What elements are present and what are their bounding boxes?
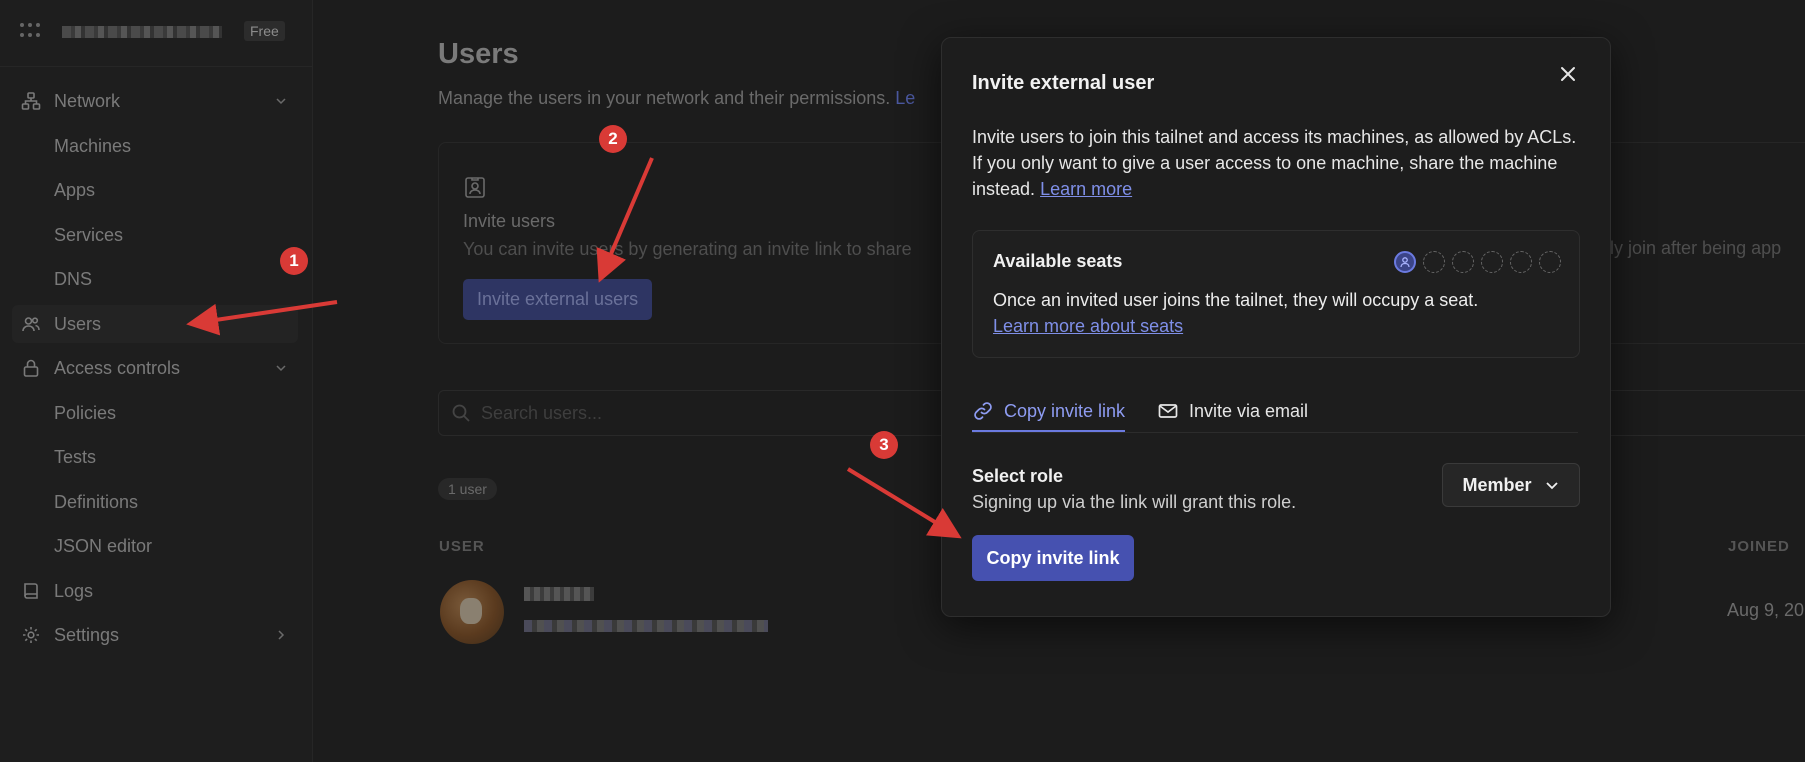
sidebar-item-logs[interactable]: Logs	[12, 572, 298, 610]
sidebar-item-label: Services	[54, 224, 124, 245]
sidebar-item-label: Settings	[54, 624, 120, 645]
sidebar-item-label: Logs	[54, 580, 94, 601]
user-joined-date: Aug 9, 20	[1727, 600, 1805, 620]
page-learn-more-link[interactable]: Le	[895, 88, 915, 108]
seats-description: Once an invited user joins the tailnet, …	[993, 287, 1563, 339]
invite-users-description: You can invite users by generating an in…	[463, 239, 912, 259]
annotation-marker-1: 1	[280, 247, 308, 275]
sidebar-item-apps[interactable]: Apps	[12, 171, 340, 209]
seat-empty-icon	[1452, 251, 1474, 273]
sidebar-item-label: DNS	[54, 268, 93, 289]
sidebar-item-label: Access controls	[54, 357, 181, 378]
tab-invite-via-email[interactable]: Invite via email	[1157, 392, 1308, 430]
seat-empty-icon	[1510, 251, 1532, 273]
invite-method-tabs: Copy invite link Invite via email	[972, 392, 1578, 433]
search-placeholder: Search users...	[481, 403, 603, 423]
tailnet-name-redacted	[62, 26, 222, 38]
close-icon[interactable]	[1556, 62, 1580, 86]
plan-badge: Free	[244, 21, 285, 41]
page-title: Users	[438, 38, 519, 70]
sidebar-item-machines[interactable]: Machines	[12, 127, 340, 165]
tab-label: Copy invite link	[1004, 400, 1126, 421]
learn-more-link[interactable]: Learn more	[1040, 179, 1132, 199]
sidebar-item-label: Apps	[54, 179, 96, 200]
sidebar-item-network[interactable]: Network	[12, 82, 298, 120]
seat-empty-icon	[1539, 251, 1561, 273]
brand[interactable]: Free	[20, 18, 300, 46]
chevron-down-icon	[274, 92, 288, 113]
tab-copy-invite-link[interactable]: Copy invite link	[972, 392, 1126, 432]
learn-more-about-seats-link[interactable]: Learn more about seats	[993, 316, 1183, 336]
sidebar-item-label: Network	[54, 90, 121, 111]
role-select[interactable]: Member	[1442, 463, 1580, 507]
dialog-description: Invite users to join this tailnet and ac…	[972, 124, 1582, 202]
seats-description-text: Once an invited user joins the tailnet, …	[993, 290, 1479, 310]
lock-icon	[20, 357, 42, 379]
seat-filled-icon	[1394, 251, 1416, 273]
available-seats-card: Available seats Once an invited user joi…	[972, 230, 1580, 358]
user-count-badge: 1 user	[438, 478, 497, 500]
search-icon	[451, 403, 471, 428]
role-select-value: Member	[1462, 474, 1532, 495]
select-role-title: Select role	[972, 466, 1064, 486]
sidebar-item-label: Machines	[54, 135, 132, 156]
copy-invite-link-button[interactable]: Copy invite link	[972, 535, 1134, 581]
select-role-description: Signing up via the link will grant this …	[972, 492, 1297, 512]
sidebar: Free Network Machines Apps Services DNS …	[0, 0, 313, 762]
seats-title: Available seats	[993, 251, 1123, 271]
mail-icon	[1157, 400, 1179, 422]
sidebar-item-label: Definitions	[54, 491, 139, 512]
page-description: Manage the users in your network and the…	[438, 88, 915, 109]
tailnet-logo-icon	[20, 23, 42, 41]
sidebar-item-access-controls[interactable]: Access controls	[12, 349, 298, 387]
sidebar-item-label: Policies	[54, 402, 117, 423]
page-description-text: Manage the users in your network and the…	[438, 88, 891, 108]
invite-users-title: Invite users	[463, 211, 556, 231]
sidebar-item-definitions[interactable]: Definitions	[12, 483, 340, 521]
badge-icon	[463, 175, 487, 204]
sidebar-item-users[interactable]: Users	[12, 305, 298, 343]
users-icon	[20, 313, 42, 335]
sidebar-item-label: Tests	[54, 446, 97, 467]
column-header-joined[interactable]: JOINED	[1728, 538, 1790, 555]
invite-external-user-dialog: Invite external user Invite users to joi…	[941, 37, 1611, 617]
avatar	[440, 580, 504, 644]
seat-empty-icon	[1423, 251, 1445, 273]
chevron-down-icon	[1544, 477, 1560, 493]
annotation-marker-2: 2	[599, 125, 627, 153]
invite-external-users-button[interactable]: Invite external users	[463, 279, 653, 320]
sidebar-item-json-editor[interactable]: JSON editor	[12, 527, 340, 565]
sidebar-divider	[0, 66, 312, 67]
chevron-right-icon	[274, 626, 288, 647]
sidebar-item-policies[interactable]: Policies	[12, 394, 340, 432]
sidebar-item-tests[interactable]: Tests	[12, 438, 340, 476]
column-header-user[interactable]: USER	[439, 538, 485, 555]
sidebar-item-label: JSON editor	[54, 535, 153, 556]
dialog-title: Invite external user	[972, 72, 1155, 94]
tab-label: Invite via email	[1189, 400, 1309, 421]
chevron-down-icon	[274, 359, 288, 380]
user-email-redacted	[524, 620, 768, 632]
link-icon	[972, 400, 994, 422]
book-icon	[20, 580, 42, 602]
annotation-marker-3: 3	[870, 431, 898, 459]
gear-icon	[20, 624, 42, 646]
seats-indicator	[1394, 251, 1561, 273]
sidebar-item-settings[interactable]: Settings	[12, 616, 298, 654]
sidebar-item-label: Users	[54, 313, 102, 334]
network-icon	[20, 90, 42, 112]
card-right-description: only join after being app	[1590, 238, 1782, 258]
seat-empty-icon	[1481, 251, 1503, 273]
user-name-redacted	[524, 587, 594, 601]
